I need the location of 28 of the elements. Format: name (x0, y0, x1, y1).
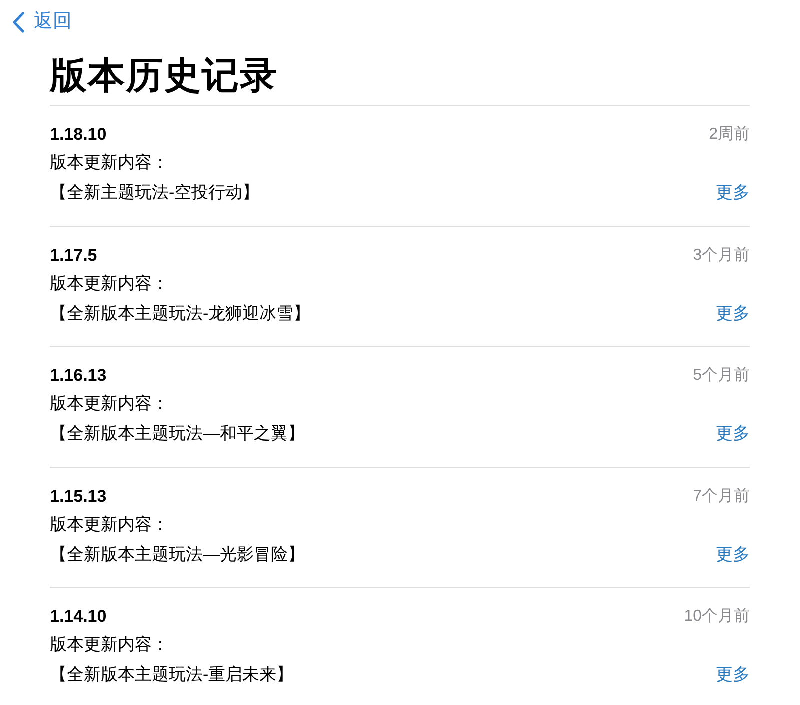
version-number: 1.16.13 (50, 365, 107, 387)
release-notes: 【全新版本主题玩法-龙狮迎冰雪】 (50, 302, 311, 324)
release-notes: 【全新版本主题玩法—和平之翼】 (50, 423, 305, 445)
page-title: 版本历史记录 (50, 54, 278, 98)
release-notes: 【全新主题玩法-空投行动】 (50, 182, 260, 204)
release-date: 10个月前 (684, 607, 750, 627)
more-link[interactable]: 更多 (716, 422, 750, 446)
version-number: 1.14.10 (50, 606, 107, 628)
back-button[interactable]: 返回 (12, 10, 72, 34)
release-notes: 【全新版本主题玩法-重启未来】 (50, 664, 294, 686)
more-link[interactable]: 更多 (716, 542, 750, 566)
more-link[interactable]: 更多 (716, 181, 750, 205)
notes-label: 版本更新内容： (50, 393, 169, 415)
release-date: 3个月前 (693, 246, 750, 266)
notes-label: 版本更新内容： (50, 514, 169, 536)
notes-label: 版本更新内容： (50, 272, 169, 294)
more-link[interactable]: 更多 (716, 663, 750, 687)
version-number: 1.15.13 (50, 486, 107, 508)
version-number: 1.17.5 (50, 244, 98, 266)
version-number: 1.18.10 (50, 124, 107, 146)
release-date: 5个月前 (693, 366, 750, 386)
notes-label: 版本更新内容： (50, 152, 169, 174)
more-link[interactable]: 更多 (716, 302, 750, 326)
chevron-left-icon (12, 12, 25, 32)
release-date: 2周前 (709, 125, 750, 145)
notes-label: 版本更新内容： (50, 634, 169, 656)
release-date: 7个月前 (693, 486, 750, 506)
release-notes: 【全新版本主题玩法—光影冒险】 (50, 544, 305, 566)
